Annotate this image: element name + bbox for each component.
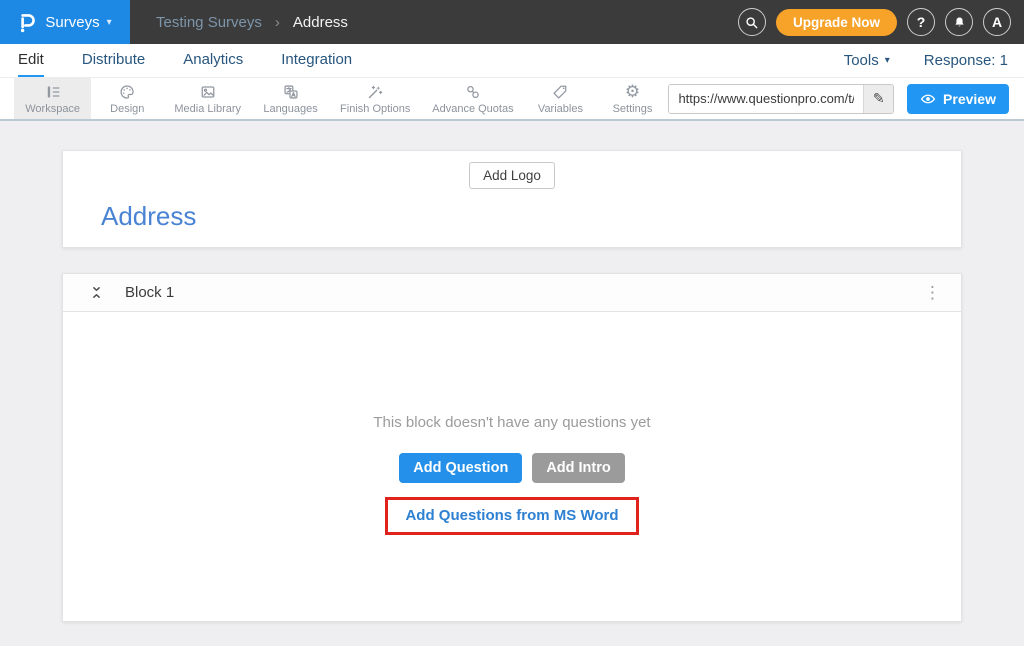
survey-editor-main: Add Logo Address Block 1 ⋮ This block do… (0, 121, 1024, 622)
editor-toolbar: Workspace Design Media Library (0, 78, 1024, 121)
toolbar-item-finish-options[interactable]: Finish Options (329, 78, 421, 119)
toolbar-item-label: Languages (263, 103, 317, 115)
add-question-button[interactable]: Add Question (399, 453, 522, 483)
tools-label: Tools (844, 52, 879, 69)
response-count[interactable]: Response: 1 (924, 52, 1008, 69)
upgrade-now-button[interactable]: Upgrade Now (776, 9, 897, 36)
account-avatar[interactable]: A (983, 8, 1011, 36)
toolbar-item-label: Variables (538, 103, 583, 115)
topbar-actions: Upgrade Now ? A (738, 8, 1024, 36)
add-logo-button[interactable]: Add Logo (469, 162, 555, 189)
chevron-down-icon: ▾ (885, 55, 890, 66)
topbar: Surveys ▾ Testing Surveys › Address Upgr… (0, 0, 1024, 44)
surveys-product-menu[interactable]: Surveys ▾ (0, 0, 130, 44)
questionpro-logo-icon (18, 10, 38, 34)
toolbar-item-label: Design (110, 103, 144, 115)
toolbar-item-advance-quotas[interactable]: Advance Quotas (421, 78, 524, 119)
languages-icon (282, 83, 300, 101)
product-name: Surveys (45, 14, 99, 31)
chevron-down-icon: ▾ (107, 17, 112, 28)
toolbar-item-design[interactable]: Design (91, 78, 163, 119)
survey-title[interactable]: Address (101, 201, 961, 232)
ellipsis-vertical-icon: ⋮ (924, 283, 941, 302)
pencil-icon: ✎ (873, 90, 885, 107)
search-button[interactable] (738, 8, 766, 36)
red-highlight-box: Add Questions from MS Word (385, 497, 638, 535)
breadcrumb-current: Address (293, 14, 348, 31)
toolbar-item-settings[interactable]: ⚙ Settings (596, 78, 668, 119)
block-title[interactable]: Block 1 (125, 284, 174, 301)
tab-edit[interactable]: Edit (18, 44, 44, 77)
toolbar-item-label: Settings (613, 103, 653, 115)
toolbar-item-languages[interactable]: Languages (252, 78, 329, 119)
collapse-block-icon[interactable] (89, 285, 104, 300)
finish-options-icon (366, 83, 384, 101)
survey-url-input[interactable] (669, 85, 863, 113)
toolbar-item-label: Workspace (25, 103, 80, 115)
tab-distribute[interactable]: Distribute (82, 44, 145, 77)
preview-button[interactable]: Preview (907, 84, 1009, 114)
empty-block-message: This block doesn't have any questions ye… (373, 414, 650, 431)
toolbar-item-label: Advance Quotas (432, 103, 513, 115)
bell-icon (952, 15, 967, 30)
section-tabbar: Edit Distribute Analytics Integration To… (0, 44, 1024, 78)
toolbar-item-variables[interactable]: Variables (524, 78, 596, 119)
logo-row: Add Logo (63, 151, 961, 189)
add-questions-from-ms-word-link[interactable]: Add Questions from MS Word (405, 507, 618, 524)
breadcrumb-parent[interactable]: Testing Surveys (156, 14, 262, 31)
toolbar-item-media-library[interactable]: Media Library (163, 78, 252, 119)
tabbar-right: Tools ▾ Response: 1 (844, 44, 1008, 77)
eye-icon (920, 91, 936, 107)
block-body: This block doesn't have any questions ye… (63, 312, 961, 621)
settings-gear-icon: ⚙ (625, 83, 640, 101)
tab-integration[interactable]: Integration (281, 44, 352, 77)
preview-label: Preview (943, 91, 996, 107)
block-card: Block 1 ⋮ This block doesn't have any qu… (62, 273, 962, 622)
media-library-icon (199, 83, 217, 101)
search-icon (744, 15, 759, 30)
design-icon (118, 83, 136, 101)
edit-url-button[interactable]: ✎ (863, 85, 893, 113)
toolbar-item-workspace[interactable]: Workspace (14, 78, 91, 119)
breadcrumb: Testing Surveys › Address (156, 14, 348, 31)
help-button[interactable]: ? (907, 8, 935, 36)
variables-icon (551, 83, 569, 101)
tab-analytics[interactable]: Analytics (183, 44, 243, 77)
tools-menu[interactable]: Tools ▾ (844, 52, 890, 69)
add-intro-button[interactable]: Add Intro (532, 453, 624, 483)
block-header: Block 1 ⋮ (63, 274, 961, 312)
notifications-button[interactable] (945, 8, 973, 36)
survey-url-group: ✎ (668, 84, 894, 114)
workspace-icon (44, 83, 62, 101)
toolbar-item-label: Media Library (174, 103, 241, 115)
breadcrumb-separator-icon: › (275, 14, 280, 31)
advance-quotas-icon (464, 83, 482, 101)
block-actions-row: Add Question Add Intro (399, 453, 625, 483)
survey-header-card: Add Logo Address (62, 150, 962, 248)
toolbar-item-label: Finish Options (340, 103, 410, 115)
block-options-menu[interactable]: ⋮ (924, 283, 941, 303)
